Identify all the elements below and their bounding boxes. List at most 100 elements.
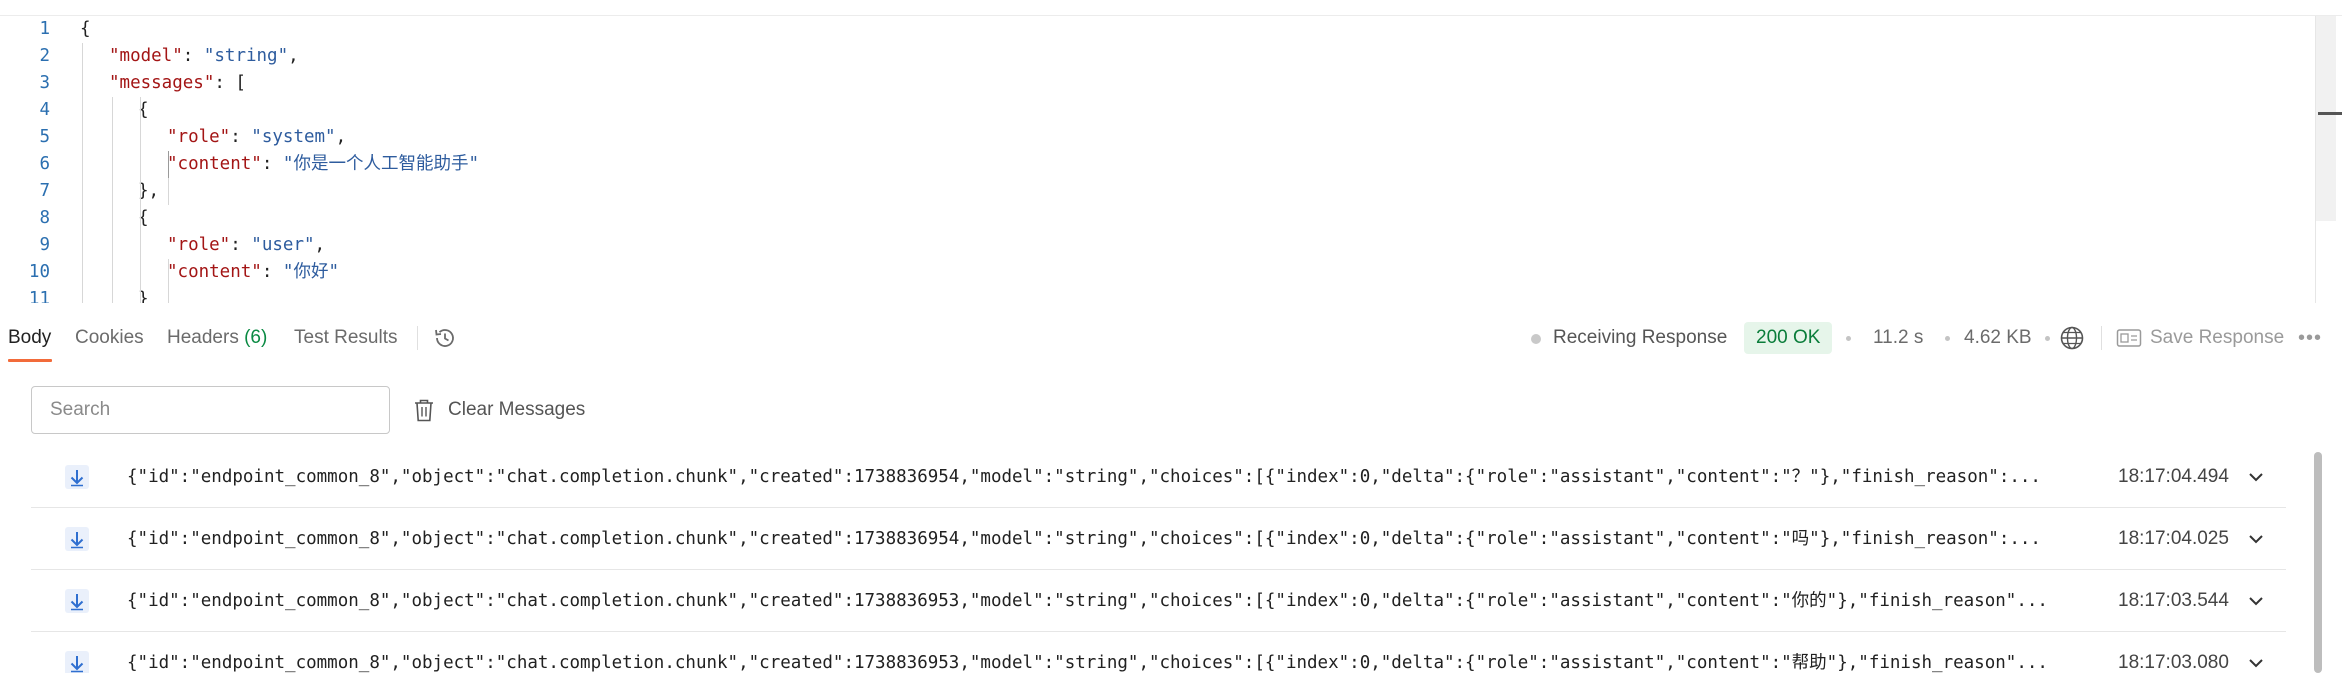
- line-number: 1: [39, 19, 50, 39]
- chevron-down-icon[interactable]: [2247, 531, 2265, 547]
- indent-guide: [112, 97, 113, 303]
- more-options-icon[interactable]: •••: [2298, 325, 2322, 351]
- arrow-down-icon: [65, 589, 89, 613]
- code-text: "content": "你是一个人工智能助手": [167, 151, 479, 178]
- code-line[interactable]: 3 "messages": [: [0, 70, 2310, 97]
- line-number: 9: [39, 235, 50, 255]
- json-punct: :: [261, 154, 283, 174]
- request-body-editor[interactable]: 1{2 "model": "string", 3 "messages": [4{5 "r…: [0, 15, 2342, 303]
- headers-count: (6): [244, 327, 268, 348]
- active-tab-indicator: [8, 359, 52, 362]
- code-line[interactable]: 6 "content": "你是一个人工智能助手": [0, 151, 2310, 178]
- chevron-down-icon[interactable]: [2247, 655, 2265, 671]
- message-row[interactable]: {"id":"endpoint_common_8","object":"chat…: [31, 632, 2286, 673]
- json-punct: :: [230, 127, 252, 147]
- indent-guide: [168, 259, 169, 303]
- messages-list: {"id":"endpoint_common_8","object":"chat…: [31, 446, 2286, 673]
- json-punct: },: [138, 181, 160, 201]
- line-number: 4: [39, 100, 50, 120]
- arrow-down-icon: [65, 465, 89, 489]
- status-code-badge[interactable]: 200 OK: [1744, 322, 1833, 354]
- message-row[interactable]: {"id":"endpoint_common_8","object":"chat…: [31, 446, 2286, 508]
- globe-icon[interactable]: [2059, 325, 2085, 351]
- code-text: "messages": [: [109, 70, 246, 97]
- line-number: 11: [28, 289, 50, 303]
- message-payload: {"id":"endpoint_common_8","object":"chat…: [127, 529, 2041, 549]
- clear-messages-button[interactable]: Clear Messages: [412, 395, 585, 425]
- code-text: {: [80, 16, 91, 43]
- json-key: "messages": [109, 73, 215, 93]
- code-text: "content": "你好": [167, 259, 339, 286]
- json-punct: ,: [314, 235, 326, 255]
- message-payload: {"id":"endpoint_common_8","object":"chat…: [127, 653, 2048, 673]
- indent-guide-active: [168, 151, 169, 178]
- response-time[interactable]: 11.2 s: [1873, 325, 1923, 351]
- tab-cookies[interactable]: Cookies: [75, 325, 144, 351]
- json-string: "system": [251, 127, 336, 147]
- editor-cursor-marker: [2318, 112, 2342, 115]
- save-icon: [2116, 329, 2142, 347]
- chevron-down-icon[interactable]: [2247, 593, 2265, 609]
- json-punct: :: [261, 262, 283, 282]
- editor-scrollbar-thumb[interactable]: [2316, 16, 2336, 221]
- code-text: "model": "string",: [109, 43, 299, 70]
- json-string: "你是一个人工智能助手": [282, 154, 479, 174]
- json-string: "你好": [282, 262, 339, 282]
- message-timestamp: 18:17:04.025: [2118, 528, 2229, 549]
- response-tab-bar: Body Cookies Headers (6) Test Results Re…: [0, 313, 2342, 363]
- messages-scrollbar-thumb[interactable]: [2314, 452, 2322, 673]
- line-number: 5: [39, 127, 50, 147]
- receiving-indicator-dot: [1531, 334, 1541, 344]
- separator-dot: [1846, 336, 1851, 341]
- json-key: "content": [167, 154, 262, 174]
- code-text: "role": "user",: [167, 232, 325, 259]
- json-punct: ,: [288, 46, 299, 66]
- trash-icon: [415, 399, 433, 422]
- json-punct: :: [182, 46, 204, 66]
- indent-guide: [168, 178, 169, 205]
- message-timestamp: 18:17:03.080: [2118, 652, 2229, 673]
- separator-dot: [1945, 336, 1950, 341]
- code-line[interactable]: 4{: [0, 97, 2310, 124]
- tab-divider: [417, 326, 418, 350]
- code-line[interactable]: 11}: [0, 286, 2310, 303]
- code-line[interactable]: 1{: [0, 16, 2310, 43]
- line-number: 10: [28, 262, 50, 282]
- line-number: 7: [39, 181, 50, 201]
- json-punct: : [: [214, 73, 246, 93]
- tab-headers-label: Headers: [167, 327, 239, 348]
- code-line[interactable]: 5 "role": "system",: [0, 124, 2310, 151]
- line-number: 2: [39, 46, 50, 66]
- indent-guide: [140, 97, 141, 303]
- message-row[interactable]: {"id":"endpoint_common_8","object":"chat…: [31, 508, 2286, 570]
- history-icon[interactable]: [432, 325, 458, 351]
- clear-messages-label: Clear Messages: [448, 399, 586, 420]
- code-line[interactable]: 10 "content": "你好": [0, 259, 2310, 286]
- json-punct: :: [230, 235, 252, 255]
- message-row[interactable]: {"id":"endpoint_common_8","object":"chat…: [31, 570, 2286, 632]
- json-key: "content": [167, 262, 262, 282]
- code-line[interactable]: 2 "model": "string",: [0, 43, 2310, 70]
- message-payload: {"id":"endpoint_common_8","object":"chat…: [127, 467, 2041, 487]
- save-response-button[interactable]: Save Response: [2150, 325, 2284, 351]
- code-line[interactable]: 8{: [0, 205, 2310, 232]
- response-size[interactable]: 4.62 KB: [1964, 325, 2032, 351]
- json-key: "role": [167, 235, 231, 255]
- json-punct: ,: [335, 127, 347, 147]
- tab-headers[interactable]: Headers (6): [167, 325, 267, 351]
- tab-body[interactable]: Body: [8, 325, 51, 351]
- tab-test-results[interactable]: Test Results: [294, 325, 397, 351]
- line-number: 8: [39, 208, 50, 228]
- chevron-down-icon[interactable]: [2247, 469, 2265, 485]
- code-line[interactable]: 7},: [0, 178, 2310, 205]
- status-divider: [2101, 326, 2102, 350]
- message-timestamp: 18:17:03.544: [2118, 590, 2229, 611]
- json-string: "string": [203, 46, 289, 66]
- json-key: "role": [167, 127, 231, 147]
- json-key: "model": [109, 46, 183, 66]
- code-text: },: [138, 178, 159, 205]
- message-timestamp: 18:17:04.494: [2118, 466, 2229, 487]
- search-messages-input[interactable]: [31, 386, 390, 434]
- code-line[interactable]: 9 "role": "user",: [0, 232, 2310, 259]
- separator-dot: [2045, 336, 2050, 341]
